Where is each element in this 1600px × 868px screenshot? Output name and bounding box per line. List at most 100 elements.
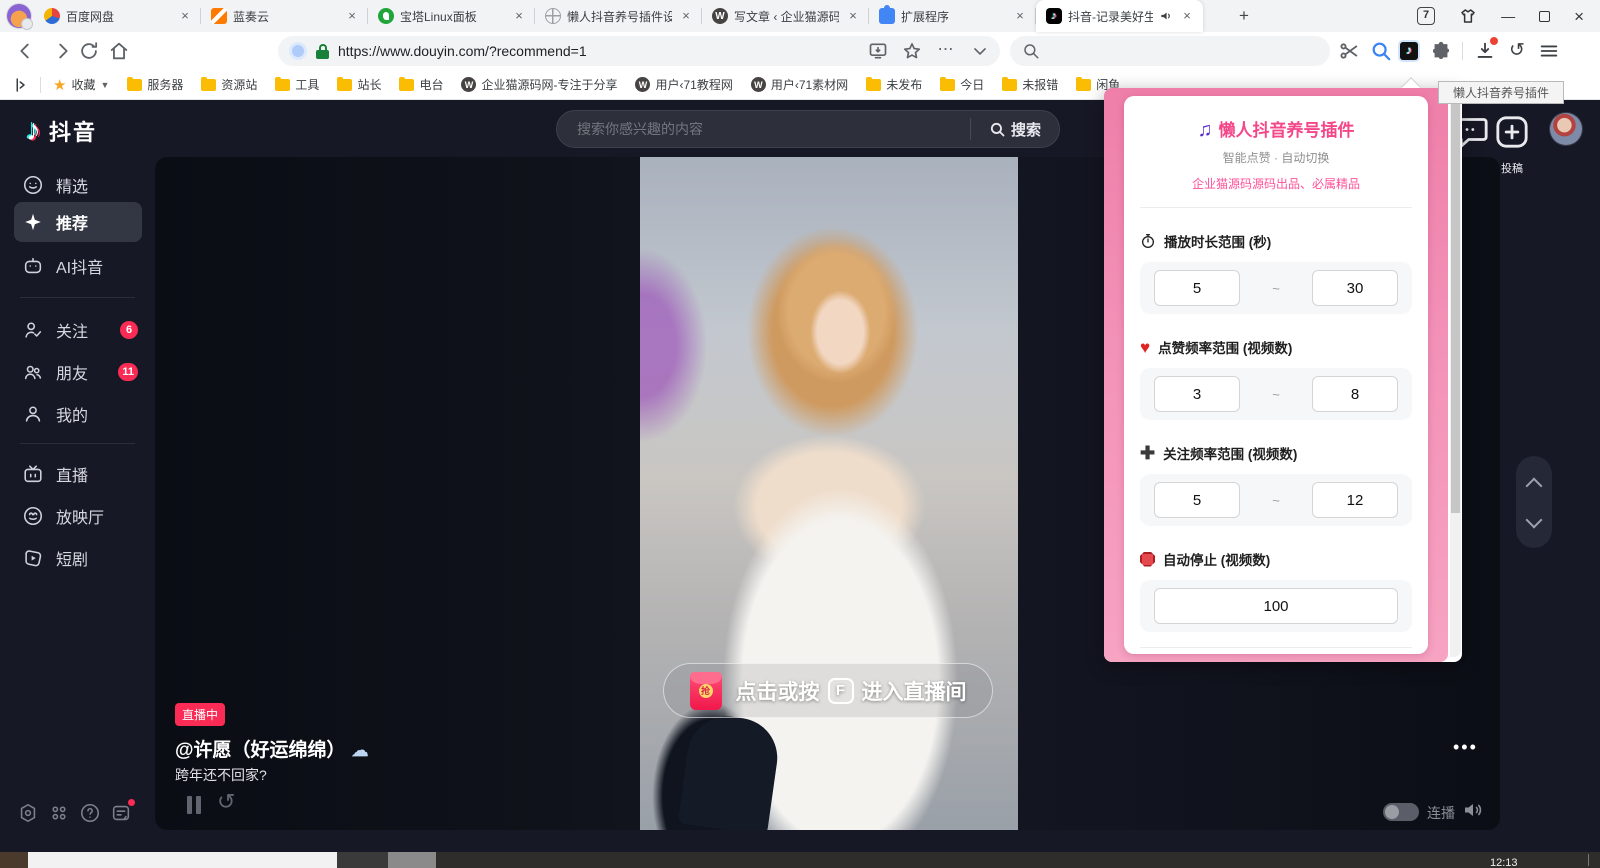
quick-search-field[interactable] [1010, 36, 1330, 66]
taskbar-segment[interactable] [388, 852, 436, 868]
tab-counter-badge[interactable]: 7 [1417, 7, 1435, 25]
scroll-down-icon[interactable] [1526, 512, 1543, 529]
tab-close-icon[interactable]: × [1179, 8, 1195, 24]
popup-scrollbar-thumb[interactable] [1451, 95, 1460, 513]
tab-close-icon[interactable]: × [845, 8, 861, 24]
auto-stop-input[interactable] [1154, 588, 1398, 624]
tab-douyin-active[interactable]: ♪ 抖音-记录美好生活 × [1036, 0, 1203, 32]
sidebar-item-mine[interactable]: 我的 [14, 396, 142, 432]
apps-grid-icon[interactable] [48, 802, 70, 824]
close-window-button[interactable]: × [1574, 8, 1584, 25]
popup-card: ♫懒人抖音养号插件 智能点赞 · 自动切换 企业猫源码源码出品、必属精品 播放时… [1124, 96, 1428, 654]
tab-close-icon[interactable]: × [344, 8, 360, 24]
sidebar-item-recommend[interactable]: 推荐 [14, 202, 142, 242]
like-frequency-min-input[interactable] [1154, 376, 1240, 412]
minimize-button[interactable]: — [1501, 9, 1515, 23]
tab-close-icon[interactable]: × [511, 8, 527, 24]
more-options-button[interactable]: ••• [1453, 737, 1478, 758]
sidebar-panel-icon[interactable] [12, 76, 30, 94]
tab-write-article[interactable]: W 写文章 ‹ 企业猫源码网 × [702, 0, 869, 32]
tab-title: 蓝奏云 [233, 8, 338, 25]
douyin-extension-icon[interactable]: ♪ [1398, 40, 1420, 62]
sidebar-item-cinema[interactable]: 放映厅 [14, 498, 142, 534]
douyin-logo[interactable]: ♪ 抖音 [26, 114, 97, 148]
url-text[interactable]: https://www.douyin.com/?recommend=1 [338, 43, 854, 59]
like-frequency-max-input[interactable] [1312, 376, 1398, 412]
settings-gear-icon[interactable] [17, 802, 39, 824]
new-tab-button[interactable]: + [1232, 4, 1256, 28]
video-scroll-nav[interactable] [1516, 456, 1552, 548]
bookmark-site[interactable]: W企业猫源码网-专注于分享 [461, 76, 617, 93]
tab-close-icon[interactable]: × [177, 8, 193, 24]
send-to-device-icon[interactable] [868, 41, 888, 61]
folder-icon [127, 79, 142, 91]
browser-menu-icon[interactable] [1538, 40, 1560, 62]
sidebar-item-featured[interactable]: 精选 [14, 167, 142, 203]
forward-button[interactable] [52, 40, 74, 62]
sidebar-item-friends[interactable]: 朋友 11 [14, 354, 142, 390]
taskbar-segment[interactable] [0, 852, 28, 868]
bookmark-folder[interactable]: 工具 [275, 76, 319, 93]
play-duration-max-input[interactable] [1312, 270, 1398, 306]
theme-skin-icon[interactable] [1459, 7, 1477, 25]
tab-extensions[interactable]: 扩展程序 × [869, 0, 1036, 32]
autoplay-toggle[interactable] [1383, 803, 1419, 821]
address-bar[interactable]: https://www.douyin.com/?recommend=1 ⋯ [278, 36, 1000, 66]
tab-close-icon[interactable]: × [678, 8, 694, 24]
tab-audio-icon[interactable] [1159, 9, 1173, 23]
search-button[interactable]: 搜索 [971, 119, 1059, 140]
play-duration-min-input[interactable] [1154, 270, 1240, 306]
taskbar-segment[interactable] [337, 852, 388, 868]
tab-plugin-settings[interactable]: 懒人抖音养号插件设置 × [535, 0, 702, 32]
maximize-button[interactable] [1539, 11, 1550, 22]
secure-lock-icon[interactable] [316, 44, 329, 59]
downloads-icon[interactable] [1474, 40, 1496, 62]
favorites-menu[interactable]: ★ 收藏 ▼ [53, 76, 109, 94]
bookmark-folder[interactable]: 服务器 [127, 76, 183, 93]
tab-lanzou[interactable]: 蓝奏云 × [201, 0, 368, 32]
follow-frequency-max-input[interactable] [1312, 482, 1398, 518]
popup-scrollbar[interactable] [1450, 93, 1461, 657]
sidebar-item-live[interactable]: 直播 [14, 456, 142, 492]
replay-button[interactable]: ↺ [217, 789, 235, 815]
douyin-search-bar[interactable]: 搜索 [556, 110, 1060, 148]
url-more-icon[interactable]: ⋯ [936, 41, 956, 61]
bookmark-star-icon[interactable] [902, 41, 922, 61]
tab-close-icon[interactable]: × [1012, 8, 1028, 24]
sidebar-item-ai-douyin[interactable]: AI抖音 [14, 248, 142, 284]
bookmark-folder[interactable]: 未发布 [866, 76, 922, 93]
taskbar-segment[interactable] [28, 852, 337, 868]
bookmark-folder[interactable]: 今日 [940, 76, 984, 93]
bookmark-folder[interactable]: 电台 [399, 76, 443, 93]
scroll-up-icon[interactable] [1526, 478, 1543, 495]
screenshot-scissors-icon[interactable] [1338, 40, 1360, 62]
bookmark-folder[interactable]: 资源站 [201, 76, 257, 93]
bookmark-folder[interactable]: 未报错 [1002, 76, 1058, 93]
enter-live-room-button[interactable]: 抢 点击或按 F 进入直播间 [663, 663, 993, 718]
bookmark-site[interactable]: W用户‹71教程网 [635, 76, 732, 93]
feedback-icon[interactable] [110, 802, 132, 824]
find-magnifier-icon[interactable] [1370, 40, 1392, 62]
pause-button[interactable] [185, 795, 205, 815]
bookmark-folder[interactable]: 站长 [337, 76, 381, 93]
back-button[interactable] [14, 40, 36, 62]
sidebar-item-short-drama[interactable]: 短剧 [14, 540, 142, 576]
user-avatar[interactable] [1550, 113, 1582, 145]
tab-bt-panel[interactable]: 宝塔Linux面板 × [368, 0, 535, 32]
permission-indicator-icon[interactable] [292, 45, 304, 57]
reload-button[interactable] [78, 40, 100, 62]
follow-frequency-min-input[interactable] [1154, 482, 1240, 518]
home-button[interactable] [108, 40, 130, 62]
help-icon[interactable] [79, 802, 101, 824]
extensions-puzzle-icon[interactable] [1430, 40, 1452, 62]
volume-icon[interactable] [1461, 798, 1485, 822]
bookmark-site[interactable]: W用户‹71素材网 [751, 76, 848, 93]
search-input[interactable] [557, 121, 970, 137]
undo-restore-icon[interactable]: ↺ [1506, 40, 1528, 62]
url-dropdown-icon[interactable] [970, 41, 990, 61]
tab-baidu-netdisk[interactable]: 百度网盘 × [34, 0, 201, 32]
streamer-name[interactable]: @许愿（好运绵绵）☁ [175, 735, 369, 762]
browser-profile-avatar[interactable] [7, 4, 31, 28]
popup-brand-link[interactable]: 企业猫源码源码出品、必属精品 [1140, 175, 1412, 192]
sidebar-item-following[interactable]: 关注 6 [14, 312, 142, 348]
